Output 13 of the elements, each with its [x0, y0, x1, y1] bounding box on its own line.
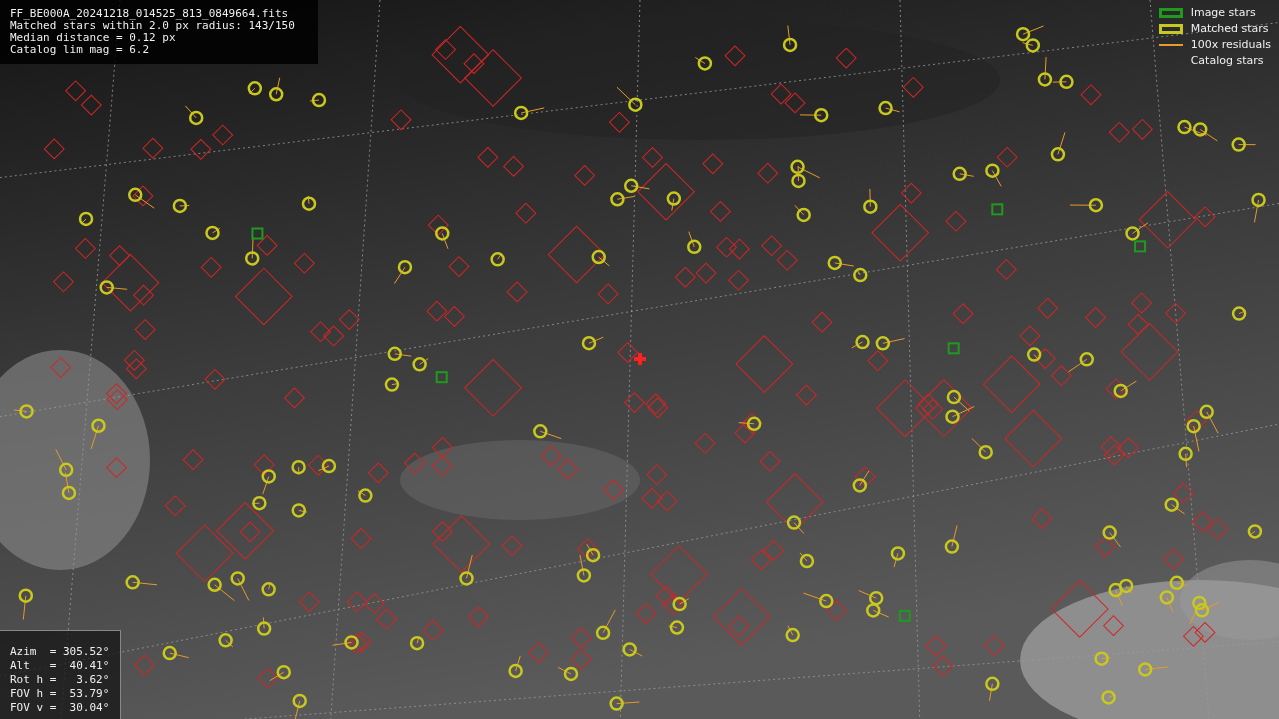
info-text: FF_BE000A_20241218_014525_813_0849664.fits	[10, 8, 290, 20]
pointing-text: Azim = 305.52°	[10, 645, 111, 659]
pointing-text: FOV h = 53.79°	[10, 687, 111, 701]
legend-label: 100x residuals	[1190, 38, 1271, 51]
pointing-text: Rot h = 3.62°	[10, 673, 111, 687]
info-text: Matched stars within 2.0 px radius: 143/150	[10, 20, 296, 32]
legend-label: Matched stars	[1190, 22, 1269, 35]
pointing-text: Alt = 40.41°	[10, 659, 111, 673]
legend-label: Catalog stars	[1190, 54, 1264, 67]
legend-label: Image stars	[1190, 6, 1256, 19]
pointing-text: FOV v = 30.04°	[10, 701, 111, 715]
info-text: Catalog lim mag = 6.2	[10, 44, 151, 56]
info-text: Median distance = 0.12 px	[10, 32, 177, 44]
